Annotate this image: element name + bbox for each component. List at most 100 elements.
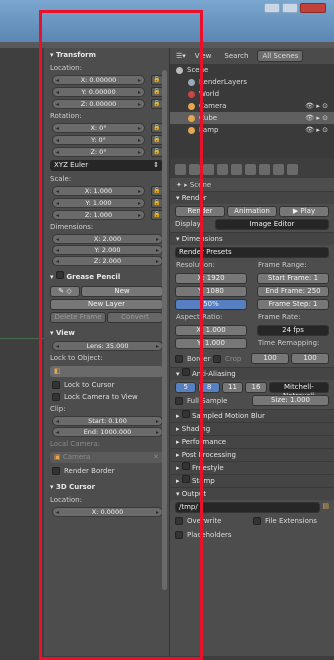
aa-size-field[interactable]: Size: 1.000 [252, 395, 329, 406]
render-tab-icon[interactable] [175, 163, 186, 175]
display-select[interactable]: Image Editor [215, 219, 329, 230]
freestyle-header[interactable]: ▸ Freestyle [170, 461, 334, 474]
scale-z-field[interactable]: ◂ Z: 1.000 ▸ [52, 210, 145, 220]
rotation-z-field[interactable]: ◂ Z: 0° ▸ [52, 147, 145, 157]
grease-pencil-checkbox[interactable] [55, 271, 64, 279]
outliner-item-camera[interactable]: Camera 👁 ▸ ⊙ [170, 100, 334, 112]
aa-samples-11[interactable]: 11 [221, 382, 244, 393]
stamp-header[interactable]: ▸ Stamp [170, 474, 334, 487]
crop-checkbox[interactable]: Crop [213, 353, 249, 365]
lock-camera-checkbox[interactable]: Lock Camera to View [44, 391, 169, 403]
performance-header[interactable]: ▸ Performance [170, 435, 334, 448]
material-tab-icon[interactable] [287, 163, 298, 175]
remap-old-field[interactable]: 100 [251, 353, 289, 364]
grease-pencil-panel-header[interactable]: ▾ Grease Pencil [44, 270, 169, 284]
transform-panel-header[interactable]: ▾ Transform [44, 48, 169, 62]
panel-scrollbar[interactable] [162, 70, 167, 590]
convert-button[interactable]: Convert [107, 312, 163, 323]
sampled-motion-blur-header[interactable]: ▸ Sampled Motion Blur [170, 409, 334, 422]
3d-cursor-panel-header[interactable]: ▾ 3D Cursor [44, 480, 169, 494]
lock-object-field[interactable]: ◧ [50, 366, 163, 377]
full-sample-checkbox[interactable]: Full Sample [175, 395, 250, 407]
location-z-field[interactable]: ◂ Z: 0.00000 ▸ [52, 99, 145, 109]
dimension-z-field[interactable]: ◂ Z: 2.000 ▸ [52, 256, 163, 266]
editor-type-icon[interactable]: ☰▾ [176, 52, 186, 60]
rotation-x-field[interactable]: ◂ X: 0° ▸ [52, 123, 145, 133]
aa-samples-16[interactable]: 16 [245, 382, 267, 393]
minimize-button[interactable] [264, 3, 280, 13]
outliner-tab-search[interactable]: Search [220, 51, 252, 61]
3d-viewport[interactable] [0, 48, 44, 656]
outliner-tab-view[interactable]: View [191, 51, 216, 61]
placeholders-checkbox[interactable]: Placeholders [175, 529, 329, 541]
anti-aliasing-panel-header[interactable]: ▾ Anti-Aliasing [170, 367, 334, 380]
aspect-y-field[interactable]: Y: 1.000 [175, 338, 247, 349]
new-layer-button[interactable]: New Layer [50, 299, 163, 310]
cursor-x-field[interactable]: ◂ X: 0.0000 ▸ [52, 507, 163, 517]
visibility-icons[interactable]: 👁 ▸ ⊙ [305, 112, 334, 124]
scale-x-field[interactable]: ◂ X: 1.000 ▸ [52, 186, 145, 196]
view-panel-header[interactable]: ▾ View [44, 326, 169, 340]
post-processing-header[interactable]: ▸ Post Processing [170, 448, 334, 461]
data-tab-icon[interactable] [273, 163, 284, 175]
aa-samples-8[interactable]: 8 [198, 382, 220, 393]
clip-end-field[interactable]: ◂ End: 1000.000 ▸ [52, 427, 163, 437]
object-tab-icon[interactable] [231, 163, 242, 175]
constraints-tab-icon[interactable] [245, 163, 256, 175]
outliner-tab-all-scenes[interactable]: All Scenes [257, 50, 304, 62]
frame-step-field[interactable]: Frame Step: 1 [257, 299, 329, 310]
visibility-icons[interactable]: 👁 ▸ ⊙ [305, 100, 334, 112]
resolution-y-field[interactable]: Y: 1080 [175, 286, 247, 297]
aspect-x-field[interactable]: X: 1.000 [175, 325, 247, 336]
close-icon[interactable]: ✕ [153, 452, 159, 463]
resolution-percentage-slider[interactable]: 50% [175, 299, 247, 310]
output-header[interactable]: ▾ Output [170, 487, 334, 500]
render-button[interactable]: Render [175, 206, 225, 217]
aa-samples-5[interactable]: 5 [175, 382, 197, 393]
start-frame-field[interactable]: Start Frame: 1 [257, 273, 329, 284]
layers-tab-icon[interactable] [189, 163, 200, 175]
new-grease-button[interactable]: New [81, 286, 163, 297]
modifiers-tab-icon[interactable] [259, 163, 270, 175]
scene-tab-icon[interactable] [203, 163, 214, 175]
location-x-field[interactable]: ◂ X: 0.00000 ▸ [52, 75, 145, 85]
render-border-checkbox[interactable]: Render Border [44, 465, 169, 477]
border-checkbox[interactable]: Border [175, 353, 211, 365]
render-panel-header[interactable]: ▾ Render [170, 191, 334, 204]
visibility-icons[interactable]: 👁 ▸ ⊙ [305, 124, 334, 136]
close-button[interactable] [300, 3, 326, 13]
rotation-mode-select[interactable]: XYZ Euler ⇕ [50, 160, 163, 171]
outliner-item-world[interactable]: World [170, 88, 334, 100]
lens-field[interactable]: ◂ Lens: 35.000 ▸ [52, 341, 163, 351]
remap-new-field[interactable]: 100 [291, 353, 329, 364]
rotation-y-field[interactable]: ◂ Y: 0° ▸ [52, 135, 145, 145]
animation-button[interactable]: Animation [227, 206, 277, 217]
lock-to-cursor-checkbox[interactable]: Lock to Cursor [44, 379, 169, 391]
clip-start-field[interactable]: ◂ Start: 0.100 ▸ [52, 416, 163, 426]
dimension-x-field[interactable]: ◂ X: 2.000 ▸ [52, 234, 163, 244]
end-frame-field[interactable]: End Frame: 250 [257, 286, 329, 297]
maximize-button[interactable] [282, 3, 298, 13]
location-y-field[interactable]: ◂ Y: 0.00000 ▸ [52, 87, 145, 97]
outliner-item-renderlayers[interactable]: RenderLayers [170, 76, 334, 88]
outliner-item-lamp[interactable]: Lamp 👁 ▸ ⊙ [170, 124, 334, 136]
outliner-item-cube[interactable]: Cube 👁 ▸ ⊙ [170, 112, 334, 124]
overwrite-checkbox[interactable]: Overwrite [175, 515, 251, 527]
fps-select[interactable]: 24 fps [257, 325, 329, 336]
world-tab-icon[interactable] [217, 163, 228, 175]
pencil-icon[interactable]: ✎ ◇ [50, 286, 80, 297]
dimensions-panel-header[interactable]: ▾ Dimensions [170, 232, 334, 245]
local-camera-field[interactable]: ▣ Camera ✕ [50, 452, 163, 463]
folder-icon[interactable]: ▤ [322, 502, 329, 513]
output-path-field[interactable]: /tmp/ [175, 502, 321, 513]
render-presets-select[interactable]: Render Presets [175, 247, 329, 258]
play-button[interactable]: ▶ Play [279, 206, 329, 217]
resolution-x-field[interactable]: X: 1920 [175, 273, 247, 284]
scale-y-field[interactable]: ◂ Y: 1.000 ▸ [52, 198, 145, 208]
shading-header[interactable]: ▸ Shading [170, 422, 334, 435]
delete-frame-button[interactable]: Delete Frame [50, 312, 106, 323]
outliner-item-scene[interactable]: Scene [170, 64, 334, 76]
aa-filter-select[interactable]: Mitchell-Netravali [268, 382, 329, 400]
file-extensions-checkbox[interactable]: File Extensions [253, 515, 329, 527]
dimension-y-field[interactable]: ◂ Y: 2.000 ▸ [52, 245, 163, 255]
